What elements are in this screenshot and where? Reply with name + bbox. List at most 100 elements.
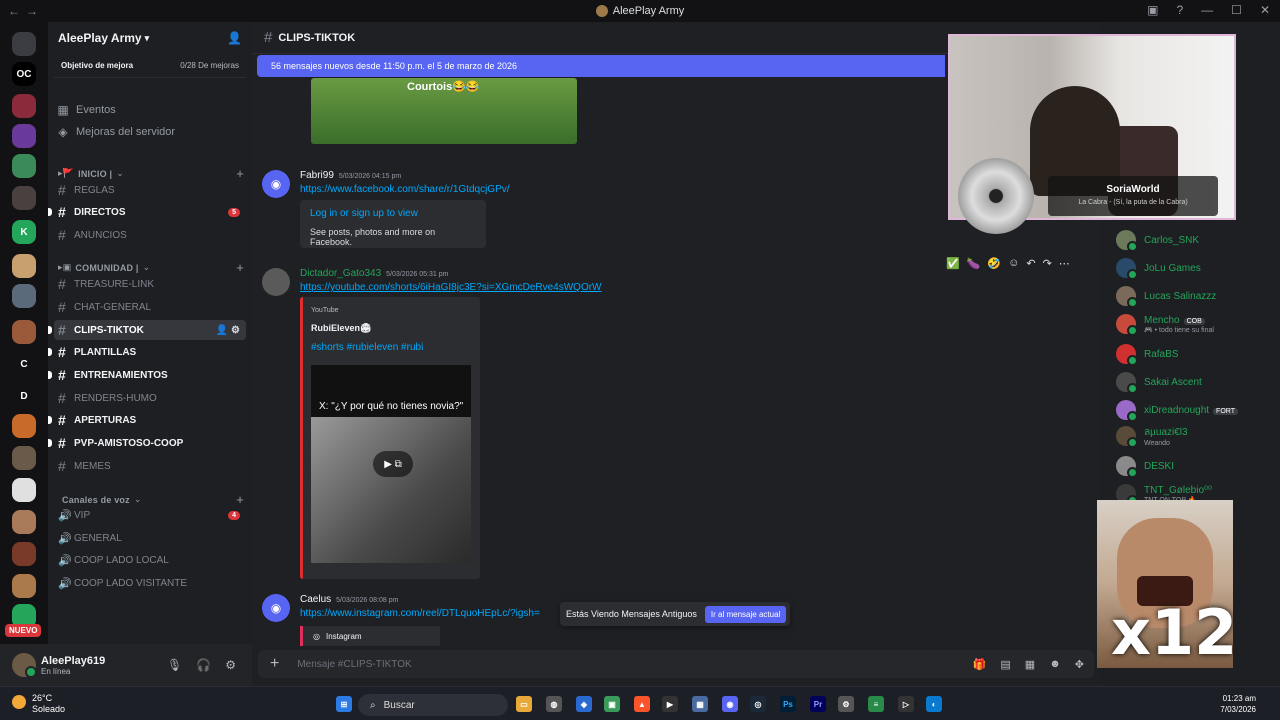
channel-plantillas[interactable]: # PLANTILLAS bbox=[48, 342, 246, 362]
brave-icon[interactable]: ▲ bbox=[634, 696, 650, 712]
channel-anuncios[interactable]: # ANUNCIOS bbox=[54, 225, 246, 245]
add-channel-icon[interactable]: + bbox=[236, 260, 244, 275]
reply-icon[interactable]: ↶ bbox=[1026, 257, 1035, 270]
member-item[interactable]: Carlos_SNK bbox=[1116, 228, 1276, 252]
notepad-icon[interactable]: ≡ bbox=[868, 696, 884, 712]
server-icon[interactable] bbox=[12, 284, 36, 308]
chrome-icon[interactable]: ◍ bbox=[546, 696, 562, 712]
message-composer[interactable]: + Mensaje #CLIPS-TIKTOK 🎁 ▤ ▦ ☻ ✥ bbox=[258, 650, 1094, 678]
channel-entrenamientos[interactable]: # ENTRENAMIENTOS bbox=[48, 365, 246, 385]
voice-channel-coop-lado-visitante[interactable]: 🔊 COOP LADO VISITANTE bbox=[54, 573, 246, 593]
add-channel-icon[interactable]: + bbox=[236, 166, 244, 181]
settings-icon[interactable]: ⚙ bbox=[225, 658, 236, 672]
embed-title[interactable]: RubiEleven🏟 bbox=[311, 323, 371, 334]
embed-source[interactable]: Instagram bbox=[326, 632, 362, 641]
voice-channel-vip[interactable]: 🔊 VIP 4 bbox=[54, 505, 246, 525]
server-icon[interactable] bbox=[12, 320, 36, 344]
channel-treasure-link[interactable]: # TREASURE-LINK bbox=[54, 274, 246, 294]
server-icon[interactable] bbox=[12, 124, 36, 148]
channel-category[interactable]: ▸🚩 INICIO | ⌄ + bbox=[58, 166, 244, 181]
server-icon[interactable]: C bbox=[12, 352, 36, 376]
edge-icon[interactable]: ◐ bbox=[926, 696, 942, 712]
media-player-icon[interactable]: ▷ bbox=[898, 696, 914, 712]
gif-icon[interactable]: ▤ bbox=[1000, 658, 1010, 671]
forward-icon[interactable]: ↷ bbox=[1043, 257, 1052, 270]
video-thumbnail[interactable]: X: "¿Y por qué no tienes novia?" ▶ ⧉ bbox=[311, 365, 471, 563]
nav-arrows[interactable]: ←→ bbox=[8, 4, 44, 18]
new-messages-bar[interactable]: 56 mensajes nuevos desde 11:50 p.m. el 5… bbox=[257, 55, 945, 77]
server-icon[interactable] bbox=[12, 510, 36, 534]
windows-start-icon[interactable]: ⊞ bbox=[336, 696, 352, 712]
sticker-icon[interactable]: ▦ bbox=[1025, 658, 1035, 671]
message-link[interactable]: https://youtube.com/shorts/6iHaGI8jc3E?s… bbox=[300, 282, 602, 293]
settings-icon[interactable]: ⚙ bbox=[838, 696, 854, 712]
app-icon[interactable]: ◆ bbox=[576, 696, 592, 712]
clock[interactable]: 01:23 am 7/03/2026 bbox=[1220, 693, 1256, 715]
boost-goal[interactable]: Objetivo de mejora 0/28 De mejoras bbox=[54, 54, 246, 78]
avatar[interactable] bbox=[262, 268, 290, 296]
server-icon[interactable] bbox=[12, 478, 36, 502]
username[interactable]: AleePlay619 bbox=[41, 655, 105, 667]
previous-video-thumbnail[interactable]: Courtois😂😂 bbox=[311, 78, 577, 144]
discord-icon[interactable]: ◉ bbox=[722, 696, 738, 712]
attach-icon[interactable]: + bbox=[270, 655, 279, 673]
microphone-icon[interactable]: 🎙 bbox=[167, 658, 182, 672]
jump-to-present-button[interactable]: Ir al mensaje actual bbox=[704, 605, 787, 623]
server-icon[interactable] bbox=[12, 574, 36, 598]
member-item[interactable]: Lucas Salinazzz bbox=[1116, 284, 1276, 308]
embed-title[interactable]: Log in or sign up to view bbox=[310, 208, 476, 219]
embed-tags[interactable]: #shorts #rubieleven #rubi bbox=[311, 342, 423, 353]
server-icon[interactable]: D bbox=[12, 384, 36, 408]
server-icon[interactable] bbox=[12, 254, 36, 278]
inbox-icon[interactable]: ▣ bbox=[1147, 3, 1158, 17]
voice-channel-general[interactable]: 🔊 GENERAL bbox=[54, 528, 246, 548]
member-item[interactable]: Mencho COB 🎮 • todo tiene su final bbox=[1116, 312, 1276, 336]
server-icon[interactable] bbox=[12, 542, 36, 566]
discord-avatar-icon[interactable]: ◉ bbox=[262, 594, 290, 622]
weather-widget[interactable]: 26°C Soleado bbox=[12, 693, 65, 715]
message-author[interactable]: Dictador_Gato343 bbox=[300, 268, 381, 279]
member-item[interactable]: ลµuazi€l3 Weando bbox=[1116, 424, 1276, 448]
message-author[interactable]: Caelus bbox=[300, 594, 331, 605]
minimize-button[interactable]: — bbox=[1201, 3, 1213, 17]
channel-directos[interactable]: # DIRECTOS 5 bbox=[48, 202, 246, 222]
channel-category[interactable]: ▸▣ COMUNIDAD | ⌄ + bbox=[58, 260, 244, 275]
channel-memes[interactable]: # MEMES bbox=[54, 456, 246, 476]
voice-channel-coop-lado-local[interactable]: 🔊 COOP LADO LOCAL bbox=[54, 550, 246, 570]
message-author[interactable]: Fabri99 bbox=[300, 170, 334, 181]
member-item[interactable]: Sakai Ascent bbox=[1116, 370, 1276, 394]
embed-source[interactable]: YouTube bbox=[311, 307, 339, 314]
channel-reglas[interactable]: # REGLAS bbox=[54, 180, 246, 200]
message-link[interactable]: https://www.instagram.com/reel/DTLquoHEp… bbox=[300, 608, 540, 619]
maximize-button[interactable]: ☐ bbox=[1231, 3, 1242, 17]
channel-renders-humo[interactable]: # RENDERS-HUMO bbox=[54, 388, 246, 408]
message-input[interactable]: Mensaje #CLIPS-TIKTOK bbox=[297, 659, 411, 670]
steam-icon[interactable]: ◎ bbox=[750, 696, 766, 712]
close-button[interactable]: ✕ bbox=[1260, 3, 1270, 17]
channel-pvp-amistoso-coop[interactable]: # PVP-AMISTOSO-COOP bbox=[48, 433, 246, 453]
app-icon[interactable]: ▣ bbox=[604, 696, 620, 712]
member-item[interactable]: xiDreadnought FORT bbox=[1116, 398, 1276, 422]
emoji-reaction-icon[interactable]: 🤣 bbox=[987, 257, 1001, 270]
app-icon[interactable]: ▶ bbox=[662, 696, 678, 712]
help-icon[interactable]: ? bbox=[1176, 3, 1183, 17]
photoshop-icon[interactable]: Ps bbox=[780, 696, 796, 712]
server-icon[interactable]: OC bbox=[12, 62, 36, 86]
server-icon[interactable] bbox=[12, 446, 36, 470]
server-icon[interactable] bbox=[12, 414, 36, 438]
member-item[interactable]: JoLu Games bbox=[1116, 256, 1276, 280]
server-icon[interactable] bbox=[12, 94, 36, 118]
server-icon[interactable] bbox=[12, 32, 36, 56]
channel-aperturas[interactable]: # APERTURAS bbox=[48, 410, 246, 430]
channel-chat-general[interactable]: # CHAT-GENERAL bbox=[54, 297, 246, 317]
events-item[interactable]: ▦ Eventos bbox=[56, 100, 246, 120]
server-icon[interactable] bbox=[12, 186, 36, 210]
check-reaction-icon[interactable]: ✅ bbox=[946, 257, 960, 270]
add-reaction-icon[interactable]: ☺ bbox=[1008, 257, 1019, 270]
more-icon[interactable]: ⋯ bbox=[1059, 257, 1070, 270]
server-icon[interactable] bbox=[12, 154, 36, 178]
calculator-icon[interactable]: ▦ bbox=[692, 696, 708, 712]
file-explorer-icon[interactable]: ▭ bbox=[516, 696, 532, 712]
server-icon[interactable]: K bbox=[12, 220, 36, 244]
apps-icon[interactable]: ✥ bbox=[1075, 658, 1084, 671]
